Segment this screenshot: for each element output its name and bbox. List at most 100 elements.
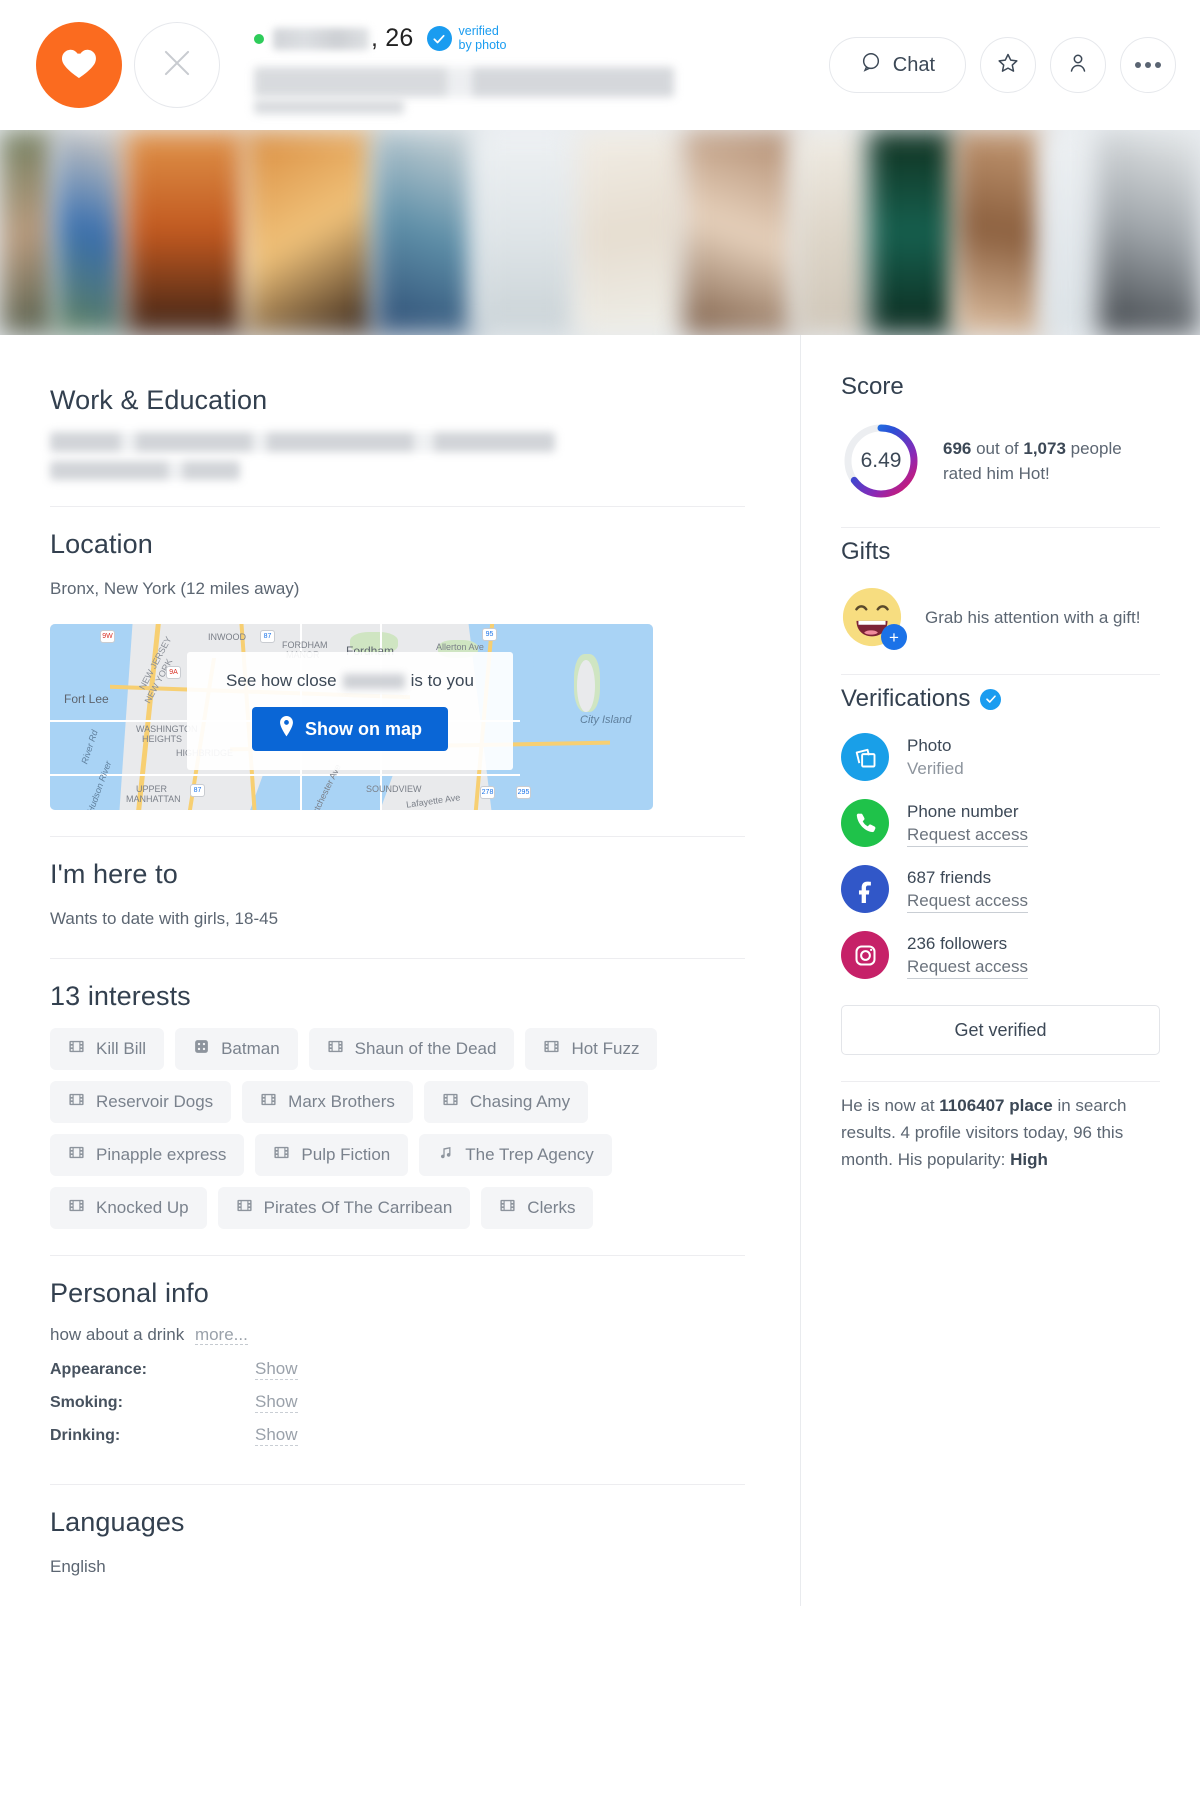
close-icon xyxy=(158,44,196,87)
show-on-map-button[interactable]: Show on map xyxy=(252,707,448,751)
section-personal-info: Personal info how about a drink more... … xyxy=(50,1256,745,1485)
gallery-photo[interactable] xyxy=(955,130,1044,335)
personal-info-more-link[interactable]: more... xyxy=(194,1325,248,1345)
header-actions: Chat xyxy=(828,37,1176,93)
interest-tag[interactable]: Pulp Fiction xyxy=(255,1134,409,1176)
interest-tag[interactable]: Pirates Of The Carribean xyxy=(217,1187,471,1229)
verification-list: Photo Verified Phone number Request access 6… xyxy=(841,733,1160,979)
request-access-link[interactable]: Request access xyxy=(907,823,1028,847)
score-value: 6.49 xyxy=(860,449,902,472)
interest-tag-label: Kill Bill xyxy=(96,1039,147,1058)
interest-tag[interactable]: Pinapple express xyxy=(50,1134,245,1176)
person-icon xyxy=(1066,51,1090,80)
verified-badge-icon xyxy=(426,26,452,51)
name-row: , 26 verified by photo xyxy=(254,17,829,61)
gallery-photo[interactable] xyxy=(244,130,374,335)
request-access-link[interactable]: Request access xyxy=(907,955,1028,979)
profile-age: , 26 xyxy=(371,24,414,52)
location-title: Location xyxy=(50,529,153,559)
section-location: Location Bronx, New York (12 miles away) xyxy=(50,507,745,837)
favorite-button[interactable] xyxy=(980,37,1036,93)
popularity-text: He is now at 1106407 place in search res… xyxy=(841,1092,1160,1173)
personal-info-about: how about a drink xyxy=(50,1325,185,1344)
like-button[interactable] xyxy=(36,22,122,108)
interest-tag[interactable]: Chasing Amy xyxy=(423,1081,589,1123)
verification-row: Phone number Request access xyxy=(841,799,1160,847)
verified-check-icon xyxy=(980,688,1002,710)
profile-body: Work & Education Location Bronx, New Yor… xyxy=(0,335,1200,1606)
plus-icon[interactable]: + xyxy=(881,624,907,650)
interests-title: 13 interests xyxy=(50,981,191,1011)
score-rated-mid: out of xyxy=(971,439,1024,458)
score-rated-total: 1,073 xyxy=(1023,439,1066,458)
interest-tag-label: Reservoir Dogs xyxy=(96,1092,214,1111)
skip-button[interactable] xyxy=(134,22,220,108)
gallery-photo[interactable] xyxy=(55,130,125,335)
personal-info-show-link[interactable]: Show xyxy=(255,1392,298,1413)
personal-info-show-link[interactable]: Show xyxy=(255,1359,298,1380)
gallery-photo[interactable] xyxy=(683,130,794,335)
gallery-photo[interactable] xyxy=(867,130,956,335)
request-access-link[interactable]: Request access xyxy=(907,889,1028,913)
section-score: Score 6.49 696 out of 1,073 people rated… xyxy=(841,363,1160,528)
interest-tag[interactable]: Clerks xyxy=(481,1187,594,1229)
interest-tag-label: Hot Fuzz xyxy=(571,1039,640,1058)
interest-tag[interactable]: Hot Fuzz xyxy=(525,1028,658,1070)
chat-button[interactable]: Chat xyxy=(828,37,966,93)
verification-text: Photo Verified xyxy=(907,734,964,780)
section-interests: 13 interests Kill Bill Batman Shaun of the… xyxy=(50,959,745,1256)
gallery-photo[interactable] xyxy=(0,130,56,335)
personal-info-key: Appearance: xyxy=(50,1361,147,1378)
film-icon xyxy=(236,1197,253,1219)
map-overlay-suffix: is to you xyxy=(410,671,474,690)
verifications-title-row: Verifications xyxy=(841,685,1160,713)
interest-tag[interactable]: Reservoir Dogs xyxy=(50,1081,232,1123)
gallery-photo[interactable] xyxy=(576,130,684,335)
personal-info-show-link[interactable]: Show xyxy=(255,1425,298,1446)
personal-info-row: Drinking: Show xyxy=(50,1425,745,1446)
section-languages: Languages English xyxy=(50,1485,745,1606)
film-icon xyxy=(68,1038,85,1060)
more-options-button[interactable] xyxy=(1120,37,1176,93)
film-icon xyxy=(260,1091,277,1113)
interest-tag[interactable]: Batman xyxy=(175,1028,298,1070)
right-column: Score 6.49 696 out of 1,073 people rated… xyxy=(801,335,1200,1606)
profile-button[interactable] xyxy=(1050,37,1106,93)
gallery-photo[interactable] xyxy=(1043,130,1099,335)
popularity-place: 1106407 place xyxy=(939,1096,1053,1115)
gallery-photo[interactable] xyxy=(124,130,245,335)
identity-block: , 26 verified by photo xyxy=(254,17,829,114)
photo-gallery-strip[interactable] xyxy=(0,130,1200,335)
interest-tag[interactable]: Marx Brothers xyxy=(242,1081,413,1123)
map-overlay: See how close is to you Show on map xyxy=(187,652,513,770)
interest-tag[interactable]: Kill Bill xyxy=(50,1028,165,1070)
profile-subtitle2-redacted xyxy=(254,99,404,114)
section-verifications: Verifications Photo Verified Phone number R… xyxy=(841,675,1160,1082)
gallery-photo[interactable] xyxy=(373,130,476,335)
star-icon xyxy=(996,51,1020,80)
personal-info-key: Drinking: xyxy=(50,1427,121,1444)
verified-line1: verified xyxy=(458,24,499,38)
get-verified-button[interactable]: Get verified xyxy=(841,1005,1160,1055)
popularity-level: High xyxy=(1010,1150,1048,1169)
interest-tag-label: Pulp Fiction xyxy=(301,1145,391,1164)
interest-tag[interactable]: Shaun of the Dead xyxy=(308,1028,515,1070)
gift-row[interactable]: + Grab his attention with a gift! xyxy=(841,586,1160,650)
interest-tag[interactable]: Knocked Up xyxy=(50,1187,207,1229)
gallery-photo[interactable] xyxy=(793,130,868,335)
verification-status: Verified xyxy=(907,759,964,778)
verification-title: Phone number xyxy=(907,801,1019,821)
interest-tag[interactable]: The Trep Agency xyxy=(419,1134,612,1176)
verification-text: 236 followers Request access xyxy=(907,932,1028,979)
languages-title: Languages xyxy=(50,1507,185,1537)
gallery-photo[interactable] xyxy=(1098,130,1200,335)
location-map[interactable]: INWOOD FORDHAM MANOR Fordham Allerton Av… xyxy=(50,624,653,810)
verifications-title: Verifications xyxy=(841,685,971,712)
map-overlay-prefix: See how close xyxy=(226,671,337,690)
gallery-photo[interactable] xyxy=(475,130,577,335)
film-icon xyxy=(68,1197,85,1219)
more-dots-icon xyxy=(1135,62,1161,68)
interest-tag-label: Shaun of the Dead xyxy=(354,1039,497,1058)
instagram-icon xyxy=(841,931,889,979)
interest-tag-label: Knocked Up xyxy=(96,1198,189,1217)
